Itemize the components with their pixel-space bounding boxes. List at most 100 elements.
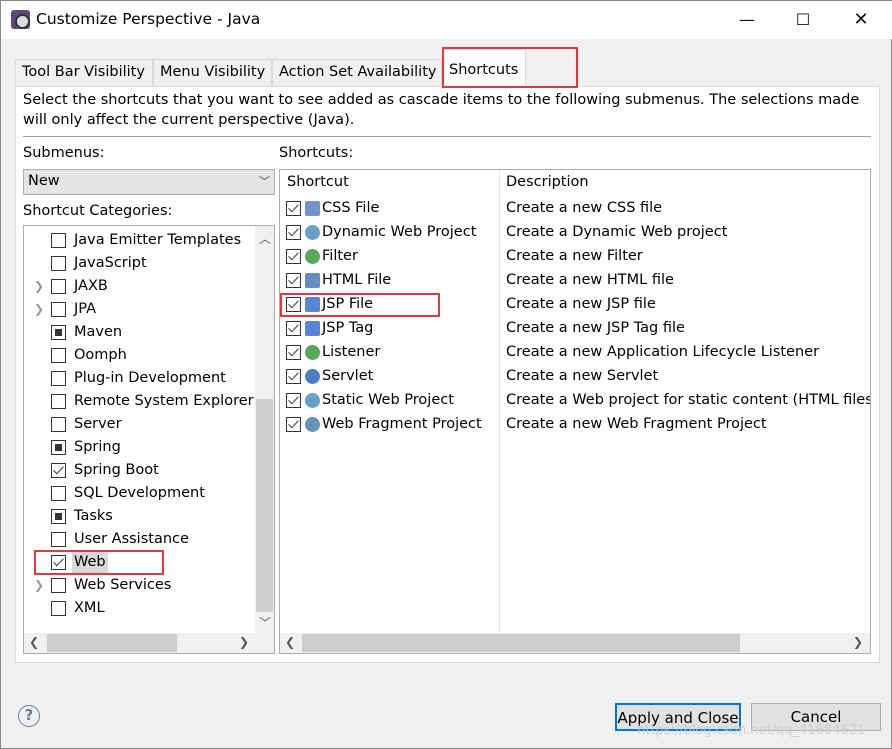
tree-item[interactable]: SQL Development	[24, 482, 254, 505]
scrollbar-thumb[interactable]	[256, 399, 273, 612]
watermark: https://blog.csdn.net/qq_41684621	[637, 723, 866, 738]
tree-item[interactable]: User Assistance	[24, 528, 254, 551]
scroll-right-arrow[interactable]: ❯	[239, 635, 249, 649]
table-row[interactable]: Servlet Create a new Servlet	[280, 365, 870, 388]
table-row[interactable]: Static Web Project Create a Web project …	[280, 389, 870, 412]
checkbox[interactable]	[51, 417, 66, 432]
checkbox[interactable]	[286, 273, 301, 288]
checkbox[interactable]	[286, 393, 301, 408]
tab-menu-visibility[interactable]: Menu Visibility	[153, 59, 272, 87]
table-row[interactable]: Filter Create a new Filter	[280, 245, 870, 268]
tree-item[interactable]: ❯ Web Services	[24, 574, 254, 597]
tree-item-label: JavaScript	[74, 255, 147, 271]
minimize-button[interactable]: —	[727, 5, 767, 35]
horizontal-scrollbar[interactable]: ❮ ❯	[280, 633, 870, 653]
scroll-left-arrow[interactable]: ❮	[29, 635, 39, 649]
tree-item[interactable]: Tasks	[24, 505, 254, 528]
shortcut-name: Servlet	[322, 368, 374, 384]
tree-item[interactable]: Maven	[24, 321, 254, 344]
column-header-shortcut[interactable]: Shortcut	[287, 174, 349, 190]
title-bar: Customize Perspective - Java — ☐ ✕	[1, 1, 892, 39]
table-row[interactable]: JSP Tag Create a new JSP Tag file	[280, 317, 870, 340]
checkbox[interactable]	[51, 578, 66, 593]
column-header-description[interactable]: Description	[506, 174, 589, 190]
shortcut-categories-label: Shortcut Categories:	[23, 203, 173, 219]
tab-tool-bar-visibility[interactable]: Tool Bar Visibility	[15, 59, 153, 87]
horizontal-scrollbar[interactable]: ❮ ❯	[24, 633, 274, 653]
maximize-button[interactable]: ☐	[783, 5, 823, 35]
checkbox[interactable]	[286, 417, 301, 432]
expand-arrow-icon[interactable]: ❯	[34, 298, 44, 321]
checkbox[interactable]	[51, 601, 66, 616]
tree-item[interactable]: Java Emitter Templates	[24, 229, 254, 252]
table-row[interactable]: Web Fragment Project Create a new Web Fr…	[280, 413, 870, 436]
web-project-icon	[305, 225, 320, 240]
expand-arrow-icon[interactable]: ❯	[34, 275, 44, 298]
checkbox[interactable]	[51, 279, 66, 294]
close-button[interactable]: ✕	[841, 5, 881, 35]
checkbox[interactable]	[286, 345, 301, 360]
checkbox[interactable]	[51, 371, 66, 386]
checkbox[interactable]	[286, 369, 301, 384]
tree-item[interactable]: Plug-in Development	[24, 367, 254, 390]
tab-action-set-availability[interactable]: Action Set Availability	[272, 59, 442, 87]
checkbox[interactable]	[51, 394, 66, 409]
tree-item-label: SQL Development	[74, 485, 205, 501]
tree-item[interactable]: Spring Boot	[24, 459, 254, 482]
table-row[interactable]: Listener Create a new Application Lifecy…	[280, 341, 870, 364]
tree-item[interactable]: ❯ JAXB	[24, 275, 254, 298]
checkbox[interactable]	[51, 440, 66, 455]
tree-item[interactable]: XML	[24, 597, 254, 620]
tree-item[interactable]: ❯ JPA	[24, 298, 254, 321]
checkbox[interactable]	[286, 225, 301, 240]
listener-icon	[305, 345, 320, 360]
tree-item[interactable]: JavaScript	[24, 252, 254, 275]
checkbox[interactable]	[51, 256, 66, 271]
tree-item[interactable]: Spring	[24, 436, 254, 459]
checkbox[interactable]	[286, 201, 301, 216]
scroll-right-arrow[interactable]: ❯	[853, 635, 863, 649]
tree-item-label: Server	[74, 416, 122, 432]
tree-item-label: XML	[74, 600, 105, 616]
checkbox[interactable]	[51, 325, 66, 340]
shortcut-name: JSP Tag	[322, 320, 374, 336]
help-icon[interactable]: ?	[18, 705, 40, 727]
checkbox[interactable]	[51, 486, 66, 501]
checkbox[interactable]	[51, 509, 66, 524]
checkbox[interactable]	[286, 249, 301, 264]
scroll-down-arrow[interactable]: ﹀	[259, 614, 271, 631]
checkbox[interactable]	[51, 233, 66, 248]
tree-item[interactable]: Remote System Explorer	[24, 390, 254, 413]
tree-item-label: Oomph	[74, 347, 127, 363]
submenus-dropdown[interactable]: New ﹀	[23, 169, 275, 195]
shortcut-description: Create a new Servlet	[506, 368, 659, 384]
checkbox[interactable]	[51, 532, 66, 547]
scrollbar-thumb[interactable]	[302, 634, 740, 652]
filter-icon	[305, 249, 320, 264]
tree-item-label: Spring Boot	[74, 462, 159, 478]
checkbox[interactable]	[51, 463, 66, 478]
shortcuts-table[interactable]: Shortcut Description CSS File Create a n…	[279, 169, 871, 654]
tree-item-label: Java Emitter Templates	[74, 232, 242, 248]
table-row[interactable]: CSS File Create a new CSS file	[280, 197, 870, 220]
checkbox[interactable]	[51, 302, 66, 317]
separator	[23, 136, 871, 137]
categories-tree[interactable]: Java Emitter Templates JavaScript ❯ JAXB ❯ JP…	[23, 225, 275, 654]
checkbox[interactable]	[286, 321, 301, 336]
tree-item[interactable]: Oomph	[24, 344, 254, 367]
chevron-down-icon: ﹀	[259, 175, 270, 188]
vertical-scrollbar[interactable]: ︿ ﹀	[255, 226, 274, 633]
window-title: Customize Perspective - Java	[36, 10, 261, 28]
expand-arrow-icon[interactable]: ❯	[34, 574, 44, 597]
scrollbar-thumb[interactable]	[47, 634, 177, 652]
checkbox[interactable]	[51, 348, 66, 363]
table-row[interactable]: HTML File Create a new HTML file	[280, 269, 870, 292]
tree-item[interactable]: Server	[24, 413, 254, 436]
table-row[interactable]: Dynamic Web Project Create a Dynamic Web…	[280, 221, 870, 244]
static-web-project-icon	[305, 393, 320, 408]
highlight-box-shortcuts-tab	[442, 47, 578, 88]
scroll-up-arrow[interactable]: ︿	[259, 230, 271, 247]
tree-item-label: Web Services	[74, 577, 172, 593]
scroll-left-arrow[interactable]: ❮	[285, 635, 295, 649]
eclipse-app-icon	[11, 10, 30, 29]
